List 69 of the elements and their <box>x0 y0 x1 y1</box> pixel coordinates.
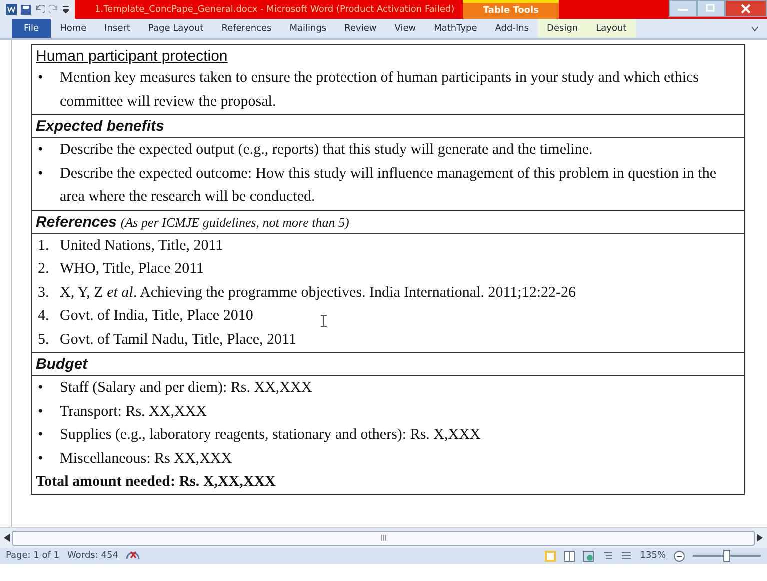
list-item-text: WHO, Title, Place 2011 <box>60 260 204 279</box>
text-cursor-icon <box>321 315 327 327</box>
scroll-right-icon[interactable] <box>757 534 763 542</box>
ribbon-tab[interactable]: Layout <box>587 19 636 38</box>
ribbon-tab[interactable]: View <box>386 19 426 38</box>
bullet: • <box>37 379 44 398</box>
ribbon-tab[interactable]: Page Layout <box>139 19 213 38</box>
outline-icon[interactable] <box>602 550 614 562</box>
section-heading: Budget <box>36 355 88 375</box>
window-title: 1.Template_ConcPape_General.docx - Microsoft Word (Product Activation Failed) <box>94 4 456 14</box>
word-logo-icon <box>6 4 17 15</box>
close-button[interactable] <box>725 0 767 17</box>
full-screen-reading-icon[interactable] <box>564 550 576 562</box>
proofing-error-icon[interactable] <box>126 550 140 562</box>
minimize-button[interactable] <box>669 0 697 17</box>
bullet: • <box>37 141 44 160</box>
list-item-text: Govt. of Tamil Nadu, Title, Place, 2011 <box>60 330 296 350</box>
draft-icon[interactable] <box>621 550 632 562</box>
close-icon <box>741 4 751 14</box>
total-line: Total amount needed: Rs. X,XX,XXX <box>36 473 277 492</box>
scroll-left-icon[interactable] <box>4 534 10 542</box>
web-layout-icon[interactable] <box>583 550 594 562</box>
ribbon-tab[interactable]: Review <box>336 19 386 38</box>
ribbon-tab[interactable]: MathType <box>425 19 486 38</box>
context-tab-label: Table Tools <box>463 0 559 19</box>
bullet: • <box>37 450 44 468</box>
list-item-text: Mention key measures taken to ensure the protection of human participants in your study and which ethics committee will review the proposal. <box>60 69 700 112</box>
zoom-slider-thumb[interactable] <box>724 550 730 562</box>
ribbon-tab[interactable]: Design <box>538 19 588 38</box>
list-number: 5. <box>37 330 50 350</box>
section-heading: Human participant protection <box>36 47 228 67</box>
list-number: 1. <box>37 236 50 256</box>
list-number: 3. <box>37 284 50 302</box>
zoom-out-icon[interactable] <box>674 550 685 562</box>
list-item-text: Miscellaneous: Rs XX,XXX <box>60 450 232 468</box>
customize-toolbar-icon[interactable] <box>63 6 69 14</box>
ribbon-tab[interactable]: Insert <box>96 19 140 38</box>
list-item-text: Transport: Rs. XX,XXX <box>60 402 207 422</box>
undo-icon[interactable] <box>35 4 45 14</box>
list-number: 4. <box>37 307 50 326</box>
zoom-level[interactable]: 135% <box>640 551 666 561</box>
section-heading: References <box>36 212 117 232</box>
ribbon-tab[interactable]: Mailings <box>280 19 336 38</box>
bullet: • <box>37 402 44 422</box>
grip-icon[interactable] <box>380 535 386 541</box>
list-item-text: Govt. of India, Title, Place 2010 <box>60 307 254 326</box>
list-item-text: Describe the expected output (e.g., reports) that this study will generate and the timeline. <box>60 141 593 160</box>
section-heading: Expected benefits <box>36 117 164 137</box>
horizontal-scrollbar[interactable] <box>12 530 755 546</box>
list-item-text: United Nations, Title, 2011 <box>60 236 224 256</box>
ribbon-collapse-icon[interactable] <box>751 24 759 32</box>
ribbon-tab[interactable]: Home <box>51 19 96 38</box>
bullet: • <box>37 164 44 184</box>
heading-note: (As per ICMJE guidelines, not more than 5) <box>120 214 350 230</box>
list-item-text: Supplies (e.g., laboratory reagents, stationary and others): Rs. X,XXX <box>60 426 481 445</box>
ribbon-tab[interactable]: Add-Ins <box>486 19 538 38</box>
save-icon[interactable] <box>21 4 31 14</box>
bullet: • <box>37 69 44 88</box>
restore-icon <box>706 4 716 13</box>
list-number: 2. <box>37 260 50 279</box>
word-count[interactable]: Words: 454 <box>68 551 118 561</box>
bullet: • <box>37 426 44 445</box>
page-count[interactable]: Page: 1 of 1 <box>6 551 60 561</box>
list-item-text: Staff (Salary and per diem): Rs. XX,XXX <box>60 379 312 398</box>
list-item-text: X, Y, Z et al. Achieving the programme objectives. India International. 2011;12:22-26 <box>60 284 576 302</box>
ribbon-tab[interactable]: References <box>212 19 281 38</box>
list-item-text: Describe the expected outcome: How this study will influence management of this problem in question in the area where the research will be conducted. <box>60 164 718 207</box>
restore-button[interactable] <box>697 0 725 17</box>
ribbon-tab[interactable]: File <box>12 19 52 38</box>
